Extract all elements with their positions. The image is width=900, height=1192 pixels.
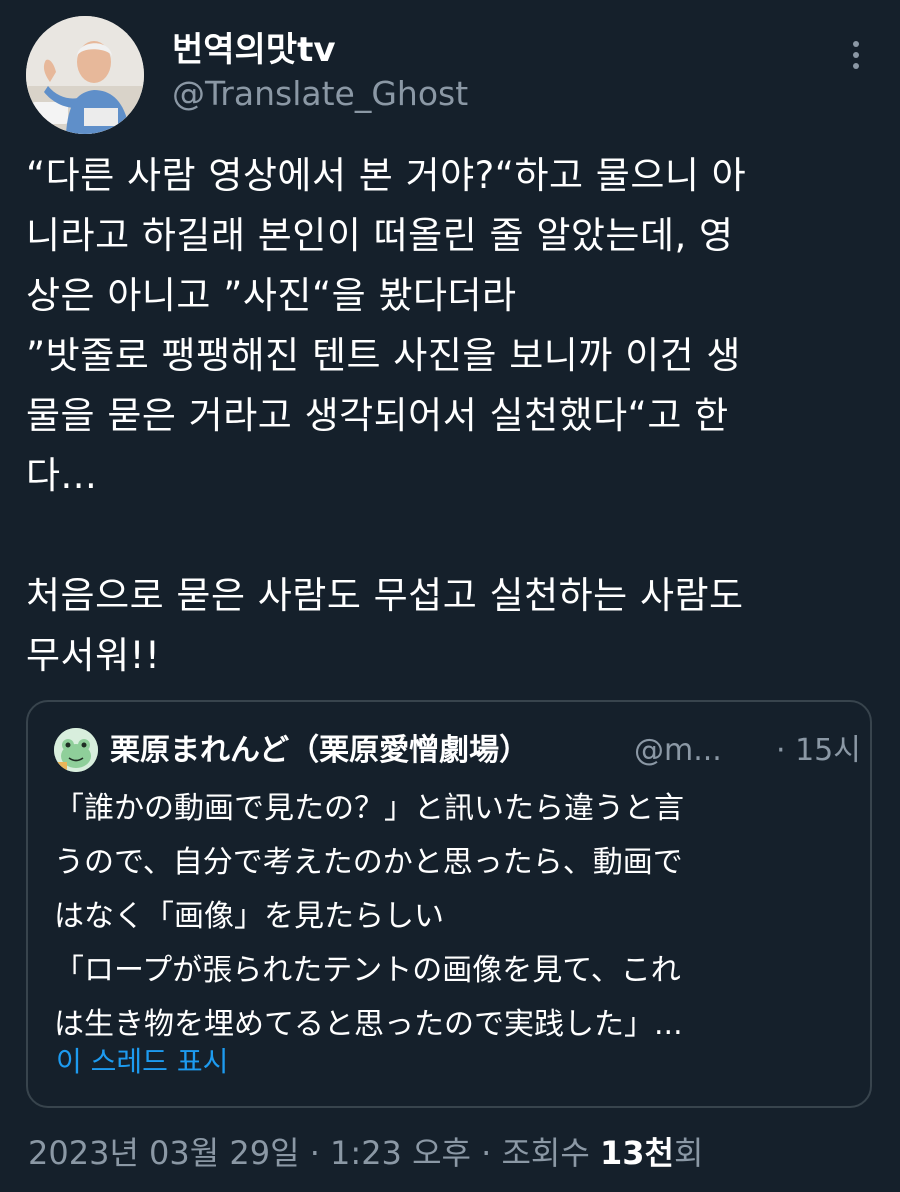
tweet-datetime[interactable]: 2023년 03월 29일 · 1:23 오후 · 조회수: [28, 1134, 600, 1172]
more-options-icon[interactable]: [846, 36, 866, 76]
quoted-author-handle[interactable]: @m...: [634, 728, 722, 774]
view-count-suffix: 회: [673, 1134, 704, 1172]
view-count: 13천: [599, 1134, 674, 1172]
tweet-metadata: 2023년 03월 29일 · 1:23 오후 · 조회수 13천회: [28, 1130, 703, 1176]
show-thread-link[interactable]: 이 스레드 표시: [56, 1042, 228, 1082]
tweet-text: “다른 사람 영상에서 본 거야?“하고 물으니 아 니라고 하길래 본인이 떠…: [26, 154, 747, 677]
avatar-photo-icon: [26, 16, 144, 134]
tweet-header: 번역의맛tv @Translate_Ghost: [26, 14, 874, 134]
quoted-timestamp[interactable]: · 15시: [776, 728, 861, 774]
author-info: 번역의맛tv @Translate_Ghost: [172, 28, 468, 116]
quoted-tweet-text: 「誰かの動画で見たの？」と訊いたら違うと言 うので、自分で考えたのかと思ったら、…: [54, 791, 684, 1042]
quoted-author-name[interactable]: 栗原まれんど（栗原愛憎劇場）: [110, 728, 529, 774]
avatar[interactable]: [26, 16, 144, 134]
quoted-tweet-header: 栗原まれんど（栗原愛憎劇場） @m... · 15시: [54, 726, 861, 776]
frog-avatar-icon: [54, 728, 98, 772]
quoted-avatar[interactable]: [54, 728, 98, 772]
quoted-tweet[interactable]: 栗原まれんど（栗原愛憎劇場） @m... · 15시 「誰かの動画で見たの？」と…: [26, 700, 872, 1108]
author-name[interactable]: 번역의맛tv: [172, 28, 468, 72]
author-handle[interactable]: @Translate_Ghost: [172, 72, 468, 116]
tweet-page: 번역의맛tv @Translate_Ghost “다른 사람 영상에서 본 거야…: [0, 0, 900, 1192]
